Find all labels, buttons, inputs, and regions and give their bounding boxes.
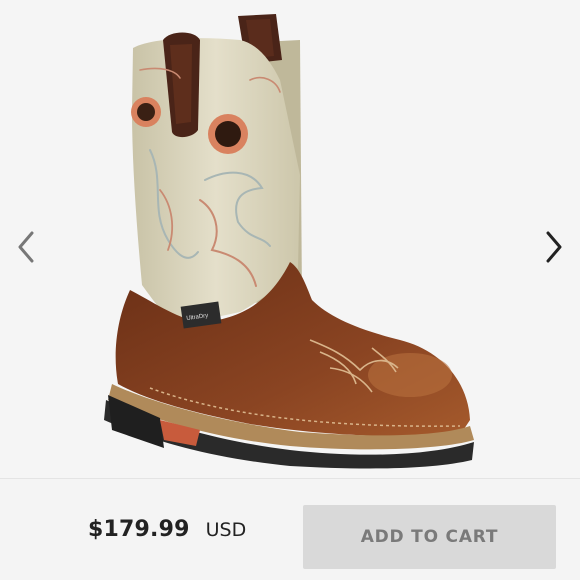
currency: USD	[205, 519, 247, 541]
next-image-button[interactable]	[532, 222, 576, 272]
price: $179.99	[88, 517, 190, 542]
chevron-left-icon	[18, 231, 34, 263]
previous-image-button[interactable]	[4, 222, 48, 272]
product-image-gallery[interactable]: UltraDry	[0, 0, 580, 478]
add-to-cart-button[interactable]: ADD TO CART	[303, 505, 556, 569]
chevron-right-icon	[546, 231, 562, 263]
product-photo: UltraDry	[104, 14, 474, 469]
price-group: $179.99 USD	[88, 517, 246, 542]
purchase-bar: $179.99 USD ADD TO CART	[0, 478, 580, 580]
